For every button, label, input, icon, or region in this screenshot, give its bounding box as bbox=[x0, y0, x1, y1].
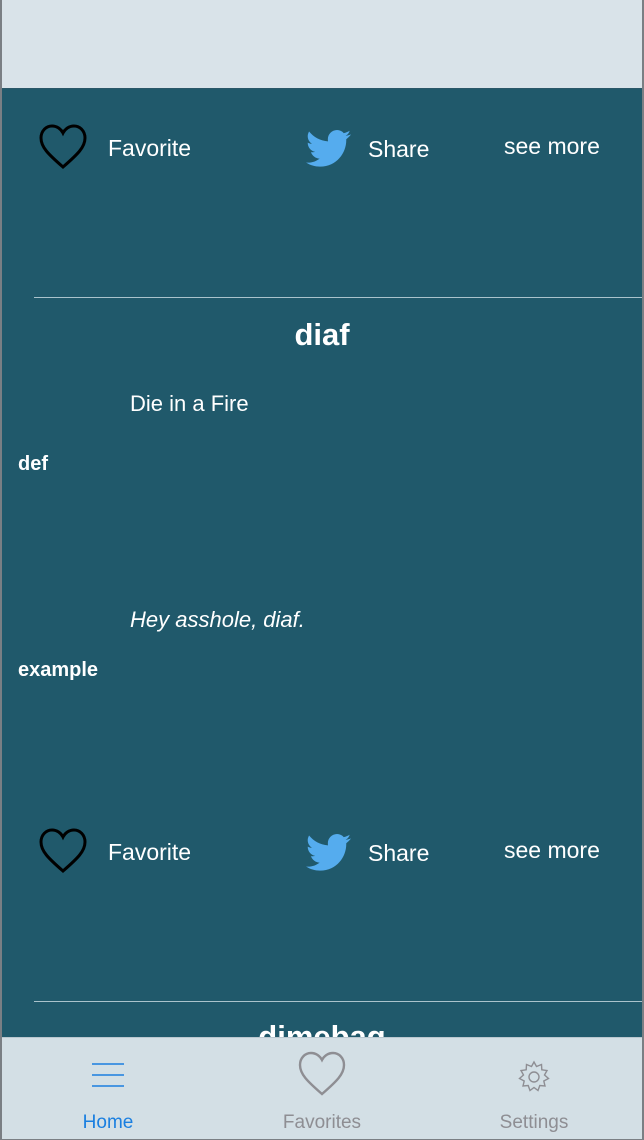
see-more-button[interactable]: see more bbox=[504, 837, 600, 864]
example-text: Hey asshole, diaf. bbox=[130, 607, 305, 632]
heart-icon bbox=[39, 124, 87, 169]
favorite-label: Favorite bbox=[108, 134, 192, 161]
twitter-bird-icon bbox=[306, 834, 352, 871]
tab-settings[interactable]: Settings bbox=[454, 1038, 614, 1139]
tab-settings-label: Settings bbox=[499, 1112, 569, 1133]
heart-icon bbox=[298, 1051, 346, 1096]
favorite-button[interactable]: Favorite bbox=[38, 123, 191, 173]
definition-feed[interactable]: Favorite Share see more diaf Die in a Fi… bbox=[2, 89, 642, 1037]
tab-home-label: Home bbox=[82, 1112, 134, 1133]
definition-text: Die in a Fire bbox=[130, 391, 249, 416]
entry-divider bbox=[34, 297, 642, 298]
tab-home[interactable]: Home bbox=[28, 1038, 188, 1139]
share-button[interactable]: Share bbox=[306, 129, 429, 169]
heart-icon bbox=[39, 828, 87, 873]
twitter-bird-icon bbox=[306, 130, 352, 167]
entry-actions: Favorite Share see more bbox=[2, 119, 642, 179]
tab-favorites-label: Favorites bbox=[282, 1112, 362, 1133]
share-button[interactable]: Share bbox=[306, 833, 429, 873]
entry-divider bbox=[34, 1001, 642, 1002]
share-label: Share bbox=[368, 839, 430, 866]
see-more-label: see more bbox=[504, 837, 600, 863]
definition-label: def bbox=[18, 453, 48, 475]
favorite-label: Favorite bbox=[108, 838, 192, 865]
entry-word: dimebag bbox=[258, 1019, 386, 1037]
example-label: example bbox=[18, 659, 99, 681]
gear-icon bbox=[518, 1060, 550, 1092]
see-more-label: see more bbox=[504, 133, 600, 159]
entry-actions: Favorite Share see more bbox=[2, 823, 642, 883]
share-label: Share bbox=[368, 135, 430, 162]
entry-word: diaf bbox=[294, 317, 350, 352]
favorite-button[interactable]: Favorite bbox=[38, 827, 191, 877]
top-bar bbox=[2, 0, 642, 89]
tab-bar: Home Favorites Settings bbox=[2, 1037, 642, 1139]
see-more-button[interactable]: see more bbox=[504, 133, 600, 160]
menu-lines-icon bbox=[92, 1063, 124, 1087]
tab-favorites[interactable]: Favorites bbox=[242, 1038, 402, 1139]
